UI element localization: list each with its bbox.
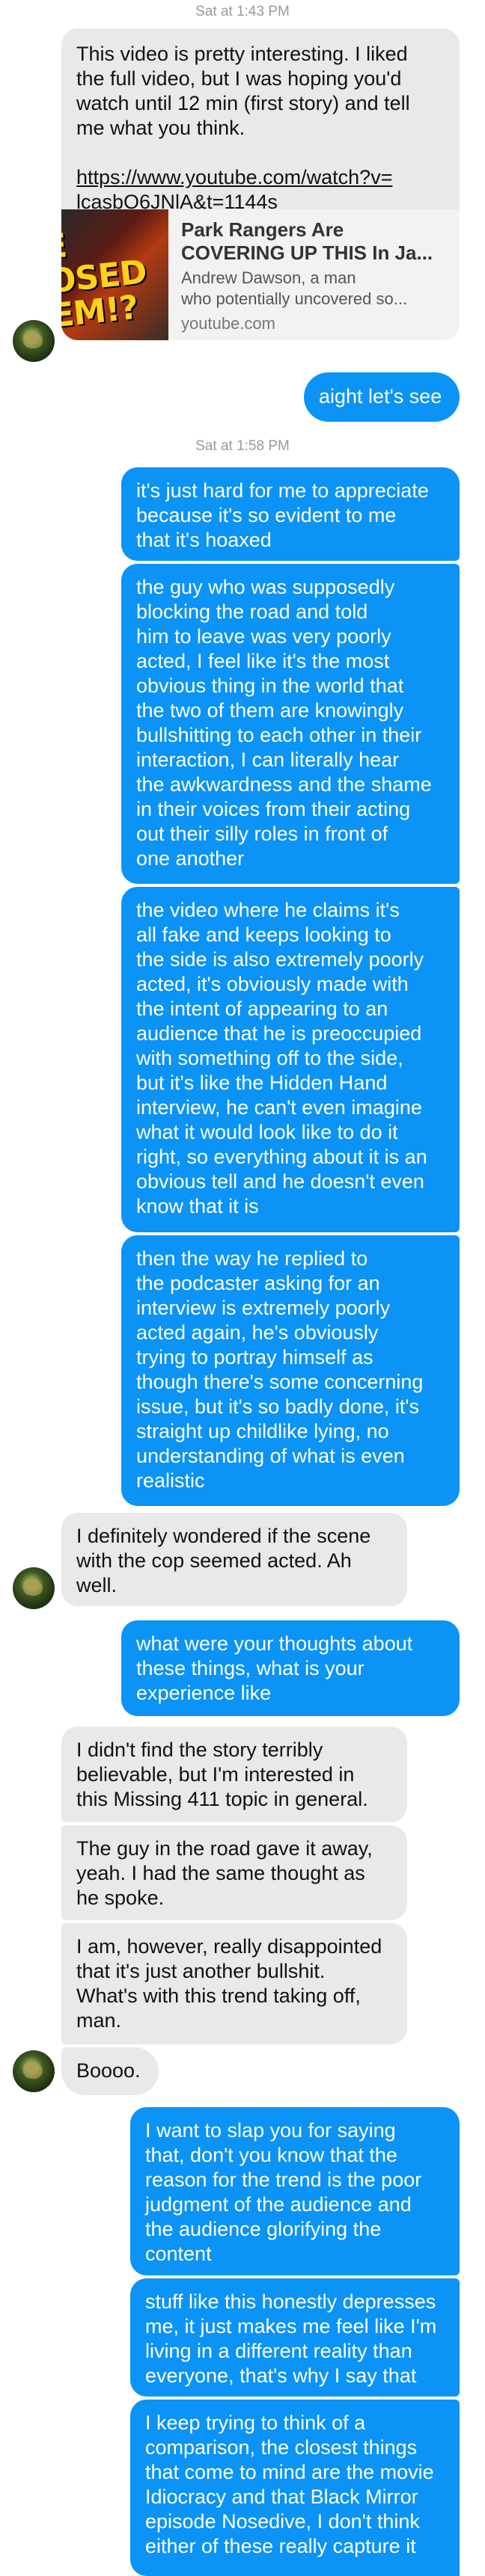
message-bubble-outgoing[interactable]: the guy who was supposedly blocking the …	[121, 564, 460, 884]
contact-avatar[interactable]	[13, 2050, 55, 2092]
timestamp: Sat at 1:43 PM	[195, 4, 290, 19]
message-bubble-outgoing[interactable]: I want to slap you for saying that, don'…	[130, 2107, 460, 2275]
link-preview-card[interactable]: E OSED EM!? Park Rangers Are COVERING UP…	[61, 209, 460, 340]
contact-avatar[interactable]	[13, 1567, 55, 1609]
message-bubble-outgoing[interactable]: it's just hard for me to appreciate beca…	[121, 467, 460, 561]
message-bubble-incoming[interactable]: This video is pretty interesting. I like…	[61, 28, 460, 213]
message-bubble-outgoing[interactable]: then the way he replied to the podcaster…	[121, 1235, 460, 1506]
message-bubble-outgoing[interactable]: stuff like this honestly depresses me, i…	[130, 2278, 460, 2397]
link-preview-description: Andrew Dawson, a man who potentially unc…	[181, 268, 451, 310]
message-bubble-outgoing[interactable]: aight let's see	[304, 372, 460, 422]
message-bubble-outgoing[interactable]: I keep trying to think of a comparison, …	[130, 2400, 460, 2576]
thumbnail-caption: E OSED EM!?	[61, 227, 149, 336]
message-bubble-incoming[interactable]: I am, however, really disappointed that …	[61, 1923, 407, 2044]
message-bubble-incoming[interactable]: I definitely wondered if the scene with …	[61, 1513, 407, 1606]
video-thumbnail: E OSED EM!?	[61, 209, 168, 340]
message-bubble-incoming[interactable]: Boooo.	[61, 2047, 159, 2095]
message-bubble-incoming[interactable]: I didn't find the story terribly believa…	[61, 1727, 407, 1822]
message-bubble-outgoing[interactable]: what were your thoughts about these thin…	[121, 1620, 460, 1716]
link-preview-description-line: Andrew Dawson, a man	[181, 268, 356, 287]
youtube-link[interactable]: https://www.youtube.com/watch?v= lcasbO6…	[76, 166, 392, 213]
timestamp: Sat at 1:58 PM	[195, 438, 290, 454]
link-preview-title: Park Rangers Are COVERING UP THIS In Ja.…	[181, 218, 433, 264]
link-preview-description-line: who potentially uncovered so...	[181, 289, 408, 308]
message-bubble-incoming[interactable]: The guy in the road gave it away, yeah. …	[61, 1825, 407, 1920]
contact-avatar[interactable]	[13, 320, 55, 362]
link-preview-domain: youtube.com	[181, 314, 275, 333]
message-bubble-outgoing[interactable]: the video where he claims it's all fake …	[121, 887, 460, 1232]
message-text: This video is pretty interesting. I like…	[76, 43, 410, 139]
